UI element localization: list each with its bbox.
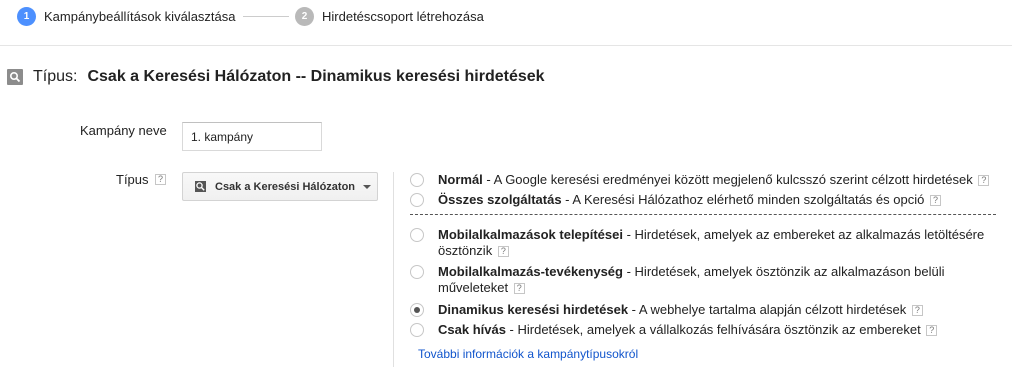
- options-separator: [410, 214, 996, 215]
- step-2-label: Hirdetéscsoport létrehozása: [322, 8, 484, 24]
- section-heading: Típus: Csak a Keresési Hálózaton -- Dina…: [7, 68, 545, 86]
- option-dynamic-search-ads-desc: - A webhelye tartalma alapján célzott hi…: [628, 302, 907, 317]
- option-dynamic-search-ads[interactable]: Dinamikus keresési hirdetések - A webhel…: [410, 302, 990, 318]
- option-normal-desc: - A Google keresési eredményei között me…: [482, 172, 973, 187]
- campaign-types-info-link[interactable]: További információk a kampánytípusokról: [418, 347, 638, 361]
- option-app-engagement[interactable]: Mobilalkalmazás-tevékenység - Hirdetések…: [410, 264, 990, 296]
- progress-stepper: 1 Kampánybeállítások kiválasztása 2 Hird…: [0, 0, 1012, 33]
- option-app-installs[interactable]: Mobilalkalmazások telepítései - Hirdetés…: [410, 227, 990, 259]
- help-icon[interactable]: ?: [929, 195, 941, 207]
- campaign-name-input[interactable]: [182, 122, 322, 151]
- option-all-features-title: Összes szolgáltatás: [438, 192, 562, 207]
- radio-dynamic-search-ads[interactable]: [410, 303, 424, 317]
- chevron-down-icon: [363, 184, 372, 189]
- radio-all-features[interactable]: [410, 193, 424, 207]
- campaign-type-selected: Csak a Keresési Hálózaton: [215, 180, 356, 193]
- search-icon: [195, 181, 206, 192]
- heading-type-value: Csak a Keresési Hálózaton -- Dinamikus k…: [87, 68, 545, 85]
- option-normal-title: Normál: [438, 172, 483, 187]
- option-call-only-title: Csak hívás: [438, 322, 506, 337]
- step-connector: [243, 16, 289, 17]
- campaign-type-dropdown[interactable]: Csak a Keresési Hálózaton: [182, 172, 378, 201]
- type-label: Típus: [116, 172, 149, 187]
- step-1-label: Kampánybeállítások kiválasztása: [44, 8, 236, 24]
- step-1: 1 Kampánybeállítások kiválasztása: [17, 6, 236, 26]
- radio-app-engagement[interactable]: [410, 265, 424, 279]
- option-normal[interactable]: Normál - A Google keresési eredményei kö…: [410, 172, 990, 188]
- campaign-name-label: Kampány neve: [80, 123, 167, 138]
- type-help-icon[interactable]: ?: [155, 174, 166, 185]
- help-icon[interactable]: ?: [513, 283, 525, 295]
- option-all-features-desc: - A Keresési Hálózathoz elérhető minden …: [561, 192, 925, 207]
- radio-normal[interactable]: [410, 173, 424, 187]
- option-app-engagement-title: Mobilalkalmazás-tevékenység: [438, 264, 623, 279]
- step-2: 2 Hirdetéscsoport létrehozása: [295, 6, 484, 26]
- option-call-only[interactable]: Csak hívás - Hirdetések, amelyek a válla…: [410, 322, 990, 338]
- help-icon[interactable]: ?: [978, 175, 990, 187]
- step-1-number: 1: [17, 6, 36, 26]
- option-all-features[interactable]: Összes szolgáltatás - A Keresési Hálózat…: [410, 192, 990, 208]
- options-divider: [393, 172, 394, 367]
- help-icon[interactable]: ?: [911, 305, 923, 317]
- heading-type-label: Típus:: [33, 68, 78, 85]
- option-dynamic-search-ads-title: Dinamikus keresési hirdetések: [438, 302, 629, 317]
- radio-app-installs[interactable]: [410, 228, 424, 242]
- help-icon[interactable]: ?: [926, 325, 938, 337]
- step-2-number: 2: [295, 6, 314, 26]
- radio-call-only[interactable]: [410, 323, 424, 337]
- option-app-installs-title: Mobilalkalmazások telepítései: [438, 227, 623, 242]
- help-icon[interactable]: ?: [497, 246, 509, 258]
- option-call-only-desc: - Hirdetések, amelyek a vállalkozás felh…: [505, 322, 921, 337]
- search-icon: [7, 69, 23, 85]
- header-divider: [0, 45, 1012, 46]
